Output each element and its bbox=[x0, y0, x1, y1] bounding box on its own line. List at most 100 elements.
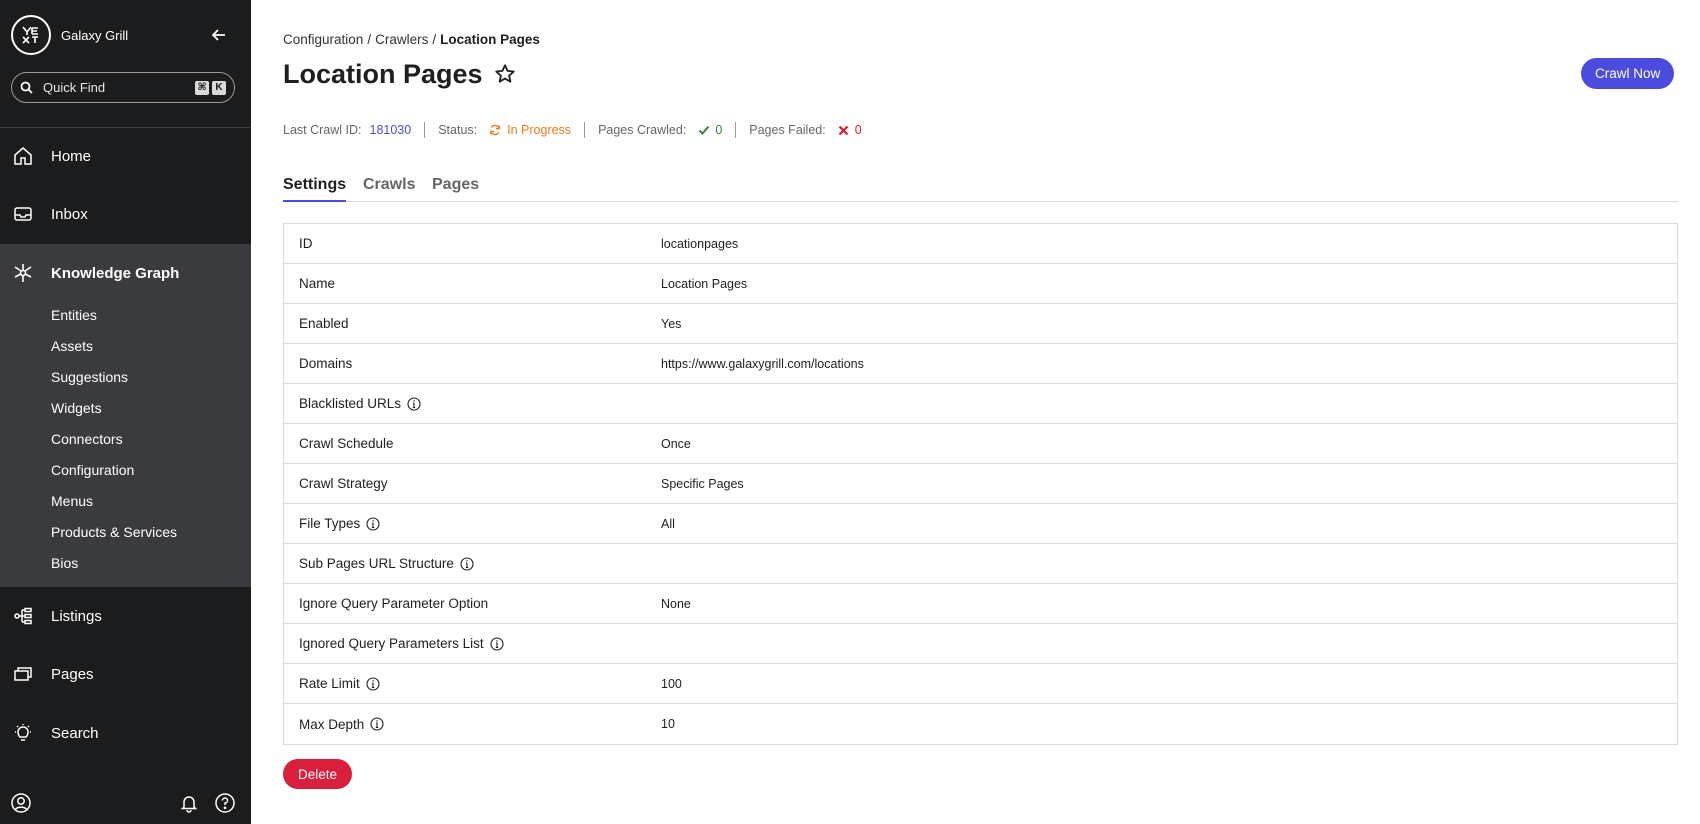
setting-label: Ignored Query Parameters List bbox=[299, 636, 504, 651]
account-name: Galaxy Grill bbox=[61, 27, 129, 43]
sidebar-item-home[interactable]: Home bbox=[0, 127, 251, 185]
setting-label: Ignore Query Parameter Option bbox=[299, 596, 488, 611]
table-row: Max Depth 10 bbox=[284, 704, 1677, 744]
last-crawl-id-label: Last Crawl ID: bbox=[283, 123, 362, 137]
setting-label-text: Ignore Query Parameter Option bbox=[299, 596, 489, 611]
lightbulb-icon bbox=[12, 722, 34, 744]
divider bbox=[424, 122, 426, 138]
help-icon[interactable] bbox=[214, 792, 236, 814]
table-row: Domains https://www.galaxygrill.com/locat… bbox=[284, 344, 1677, 384]
info-icon[interactable] bbox=[407, 396, 421, 411]
sidebar-item-pages[interactable]: Pages bbox=[0, 645, 251, 703]
tab-crawls[interactable]: Crawls bbox=[363, 176, 415, 202]
user-profile-icon[interactable] bbox=[10, 792, 32, 814]
table-row: Crawl Schedule Once bbox=[284, 424, 1677, 464]
title-row: Location Pages bbox=[283, 56, 517, 92]
sidebar-subitem-bios[interactable]: Bios bbox=[51, 555, 78, 571]
knowledge-graph-icon bbox=[12, 262, 34, 284]
setting-label: Crawl Strategy bbox=[299, 476, 388, 491]
sidebar-subitem-assets[interactable]: Assets bbox=[51, 338, 93, 354]
setting-label: Name bbox=[299, 276, 335, 291]
breadcrumb-link-configuration[interactable]: Configuration bbox=[283, 32, 363, 47]
x-icon bbox=[838, 124, 850, 136]
setting-label-text: Domains bbox=[299, 356, 353, 371]
settings-table: ID locationpages Name Location Pages Enabled… bbox=[283, 223, 1678, 745]
table-row: Crawl Strategy Specific Pages bbox=[284, 464, 1677, 504]
table-row: ID locationpages bbox=[284, 224, 1677, 264]
info-icon[interactable] bbox=[366, 676, 380, 691]
sidebar-item-label: Inbox bbox=[51, 205, 88, 223]
setting-value: Specific Pages bbox=[661, 476, 744, 491]
setting-label: Rate Limit bbox=[299, 676, 380, 691]
sidebar-item-listings[interactable]: Listings bbox=[0, 587, 251, 645]
status-label: Status: bbox=[438, 123, 478, 137]
last-crawl-id-link[interactable]: 181030 bbox=[370, 123, 412, 137]
setting-label-text: Max Depth bbox=[299, 716, 365, 732]
checkmark-icon bbox=[698, 124, 710, 136]
delete-button[interactable]: Delete bbox=[283, 759, 353, 789]
breadcrumb-separator: / bbox=[432, 32, 437, 47]
quick-find-input[interactable]: Quick Find ⌘ K bbox=[11, 72, 235, 103]
sidebar-item-search[interactable]: Search bbox=[0, 704, 251, 762]
sidebar-subitem-suggestions[interactable]: Suggestions bbox=[51, 369, 128, 385]
table-row: Rate Limit 100 bbox=[284, 664, 1677, 704]
setting-label-text: Crawl Strategy bbox=[299, 476, 388, 491]
sidebar-subitem-entities[interactable]: Entities bbox=[51, 307, 97, 323]
setting-label-text: Rate Limit bbox=[299, 676, 360, 691]
setting-label-text: Sub Pages URL Structure bbox=[299, 556, 454, 571]
setting-value: https://www.galaxygrill.com/locations bbox=[661, 356, 864, 371]
tab-pages[interactable]: Pages bbox=[432, 176, 479, 202]
status-value: In Progress bbox=[507, 123, 572, 137]
setting-label-text: Crawl Schedule bbox=[299, 436, 394, 451]
setting-label-text: File Types bbox=[299, 516, 361, 531]
inbox-icon bbox=[12, 203, 34, 225]
setting-label: Max Depth bbox=[299, 717, 384, 732]
setting-label: Domains bbox=[299, 356, 352, 371]
sidebar-subitem-connectors[interactable]: Connectors bbox=[51, 431, 123, 447]
brand[interactable]: Galaxy Grill bbox=[11, 15, 128, 55]
pages-failed-count: 0 bbox=[854, 123, 862, 137]
table-row: Sub Pages URL Structure bbox=[284, 544, 1677, 584]
info-icon[interactable] bbox=[366, 516, 380, 531]
setting-value: None bbox=[661, 596, 691, 611]
table-row: Enabled Yes bbox=[284, 304, 1677, 344]
k-key-hint: K bbox=[212, 80, 226, 95]
sidebar-item-inbox[interactable]: Inbox bbox=[0, 185, 251, 243]
breadcrumb-current: Location Pages bbox=[440, 32, 540, 47]
setting-label-text: Blacklisted URLs bbox=[299, 396, 402, 411]
info-icon[interactable] bbox=[460, 556, 474, 571]
tab-settings[interactable]: Settings bbox=[283, 176, 347, 202]
info-icon[interactable] bbox=[370, 717, 384, 731]
table-row: Name Location Pages bbox=[284, 264, 1677, 304]
collapse-sidebar-icon[interactable] bbox=[209, 25, 229, 45]
main-content: Configuration / Crawlers / Location Pages Lo… bbox=[251, 0, 1700, 824]
sidebar-item-label: Search bbox=[51, 724, 99, 742]
info-icon[interactable] bbox=[490, 636, 504, 651]
table-row: Ignored Query Parameters List bbox=[284, 624, 1677, 664]
refresh-icon bbox=[489, 124, 501, 136]
setting-label: File Types bbox=[299, 516, 380, 531]
setting-value: Yes bbox=[661, 316, 682, 331]
bell-icon[interactable] bbox=[178, 792, 200, 814]
setting-label: Sub Pages URL Structure bbox=[299, 556, 474, 571]
sidebar-subitem-products-services[interactable]: Products & Services bbox=[51, 524, 177, 540]
setting-label: Enabled bbox=[299, 316, 349, 331]
sidebar-subitem-widgets[interactable]: Widgets bbox=[51, 400, 102, 416]
page-title: Location Pages bbox=[283, 58, 483, 89]
table-row: File Types All bbox=[284, 504, 1677, 544]
pages-icon bbox=[12, 663, 34, 685]
crawl-now-button[interactable]: Crawl Now bbox=[1581, 58, 1675, 89]
pages-failed-label: Pages Failed: bbox=[749, 123, 826, 137]
setting-label-text: Ignored Query Parameters List bbox=[299, 636, 484, 651]
setting-value: 100 bbox=[661, 676, 682, 691]
breadcrumb: Configuration / Crawlers / Location Pages bbox=[283, 32, 540, 47]
sidebar-item-knowledge-graph[interactable]: Knowledge Graph bbox=[0, 244, 251, 302]
star-icon[interactable] bbox=[493, 62, 517, 86]
sidebar-subitem-menus[interactable]: Menus bbox=[51, 493, 93, 509]
sidebar-subitem-configuration[interactable]: Configuration bbox=[51, 462, 134, 478]
sidebar-item-label: Listings bbox=[51, 607, 102, 625]
command-key-hint: ⌘ bbox=[195, 80, 209, 95]
setting-label-text: Name bbox=[299, 276, 336, 291]
breadcrumb-link-crawlers[interactable]: Crawlers bbox=[375, 32, 428, 47]
sidebar: Galaxy Grill Quick Find ⌘ K Home Inbox K… bbox=[0, 0, 251, 824]
